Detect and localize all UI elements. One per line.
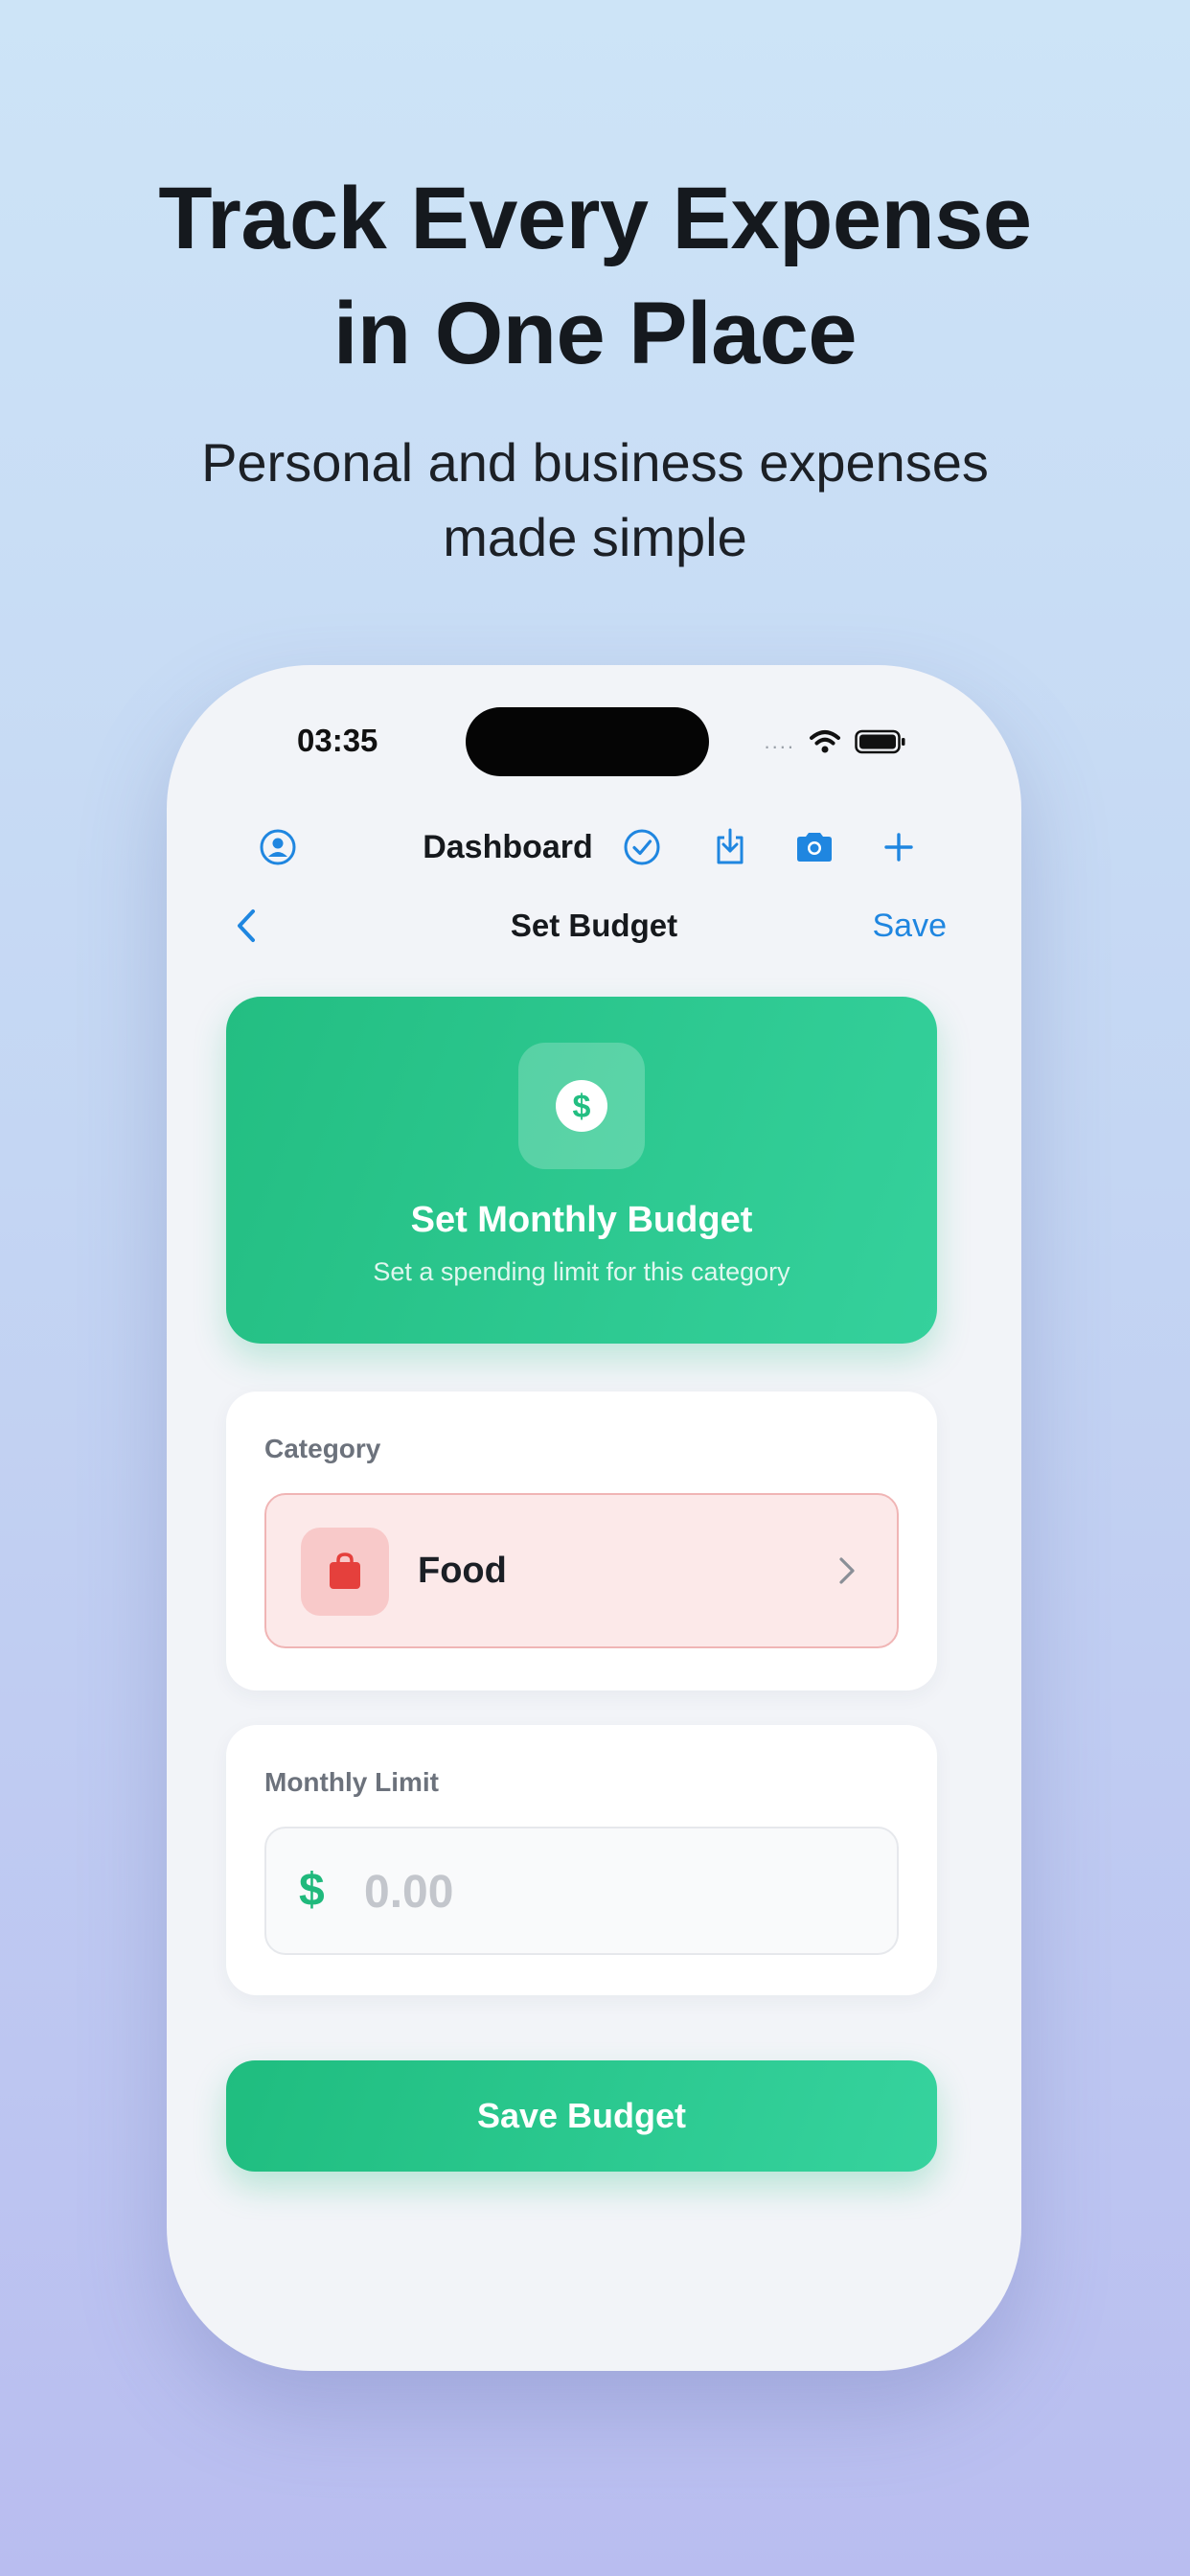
selected-category: Food [418, 1551, 507, 1591]
chevron-left-icon [238, 909, 255, 942]
category-label: Category [264, 1434, 381, 1463]
download-icon[interactable] [701, 809, 759, 886]
back-button[interactable] [234, 895, 291, 956]
marketing-headline: Track Every Expense in One Place [0, 161, 1190, 391]
save-budget-button[interactable]: Save Budget [226, 2060, 937, 2172]
profile-icon[interactable] [249, 809, 307, 886]
battery-icon [855, 729, 905, 754]
checkmark-circle-icon[interactable] [613, 809, 671, 886]
subhead-line-2: made simple [443, 507, 747, 567]
category-selector[interactable]: Food [264, 1493, 899, 1648]
signal-icon: .... [764, 729, 795, 753]
phone-screen: 03:35 .... Dashboard Set Budget Save $ S… [167, 665, 1021, 2371]
monthly-limit-card: Monthly Limit $ [226, 1725, 937, 1995]
dollar-circle-icon: $ [556, 1080, 607, 1132]
category-card: Category Food [226, 1392, 937, 1690]
currency-symbol: $ [299, 1865, 325, 1916]
status-indicators: .... [765, 724, 906, 759]
hero-subtitle: Set a spending limit for this category [373, 1257, 790, 1286]
status-time: 03:35 [297, 723, 378, 758]
dynamic-island [466, 707, 709, 776]
dashboard-title[interactable]: Dashboard [412, 809, 604, 886]
chevron-right-icon [839, 1557, 855, 1584]
hero-icon-container: $ [518, 1043, 645, 1169]
top-toolbar: Dashboard [167, 809, 1021, 886]
wifi-icon [810, 730, 840, 753]
camera-icon[interactable] [786, 809, 843, 886]
save-nav-button[interactable]: Save [873, 887, 948, 964]
subhead-line-1: Personal and business expenses [201, 432, 989, 493]
headline-line-1: Track Every Expense [158, 170, 1032, 267]
plus-icon[interactable] [870, 809, 927, 886]
monthly-limit-input[interactable] [362, 1848, 864, 1936]
svg-text:$: $ [573, 1089, 591, 1125]
navigation-bar: Set Budget Save [167, 887, 1021, 964]
marketing-subheadline: Personal and business expenses made simp… [0, 426, 1190, 575]
headline-line-2: in One Place [332, 285, 858, 382]
budget-hero-card: $ Set Monthly Budget Set a spending limi… [226, 997, 937, 1344]
shopping-bag-icon [330, 1552, 360, 1589]
category-icon-container [301, 1528, 389, 1616]
hero-title: Set Monthly Budget [410, 1200, 753, 1240]
amount-field-container: $ [264, 1827, 899, 1955]
monthly-limit-label: Monthly Limit [264, 1767, 439, 1797]
